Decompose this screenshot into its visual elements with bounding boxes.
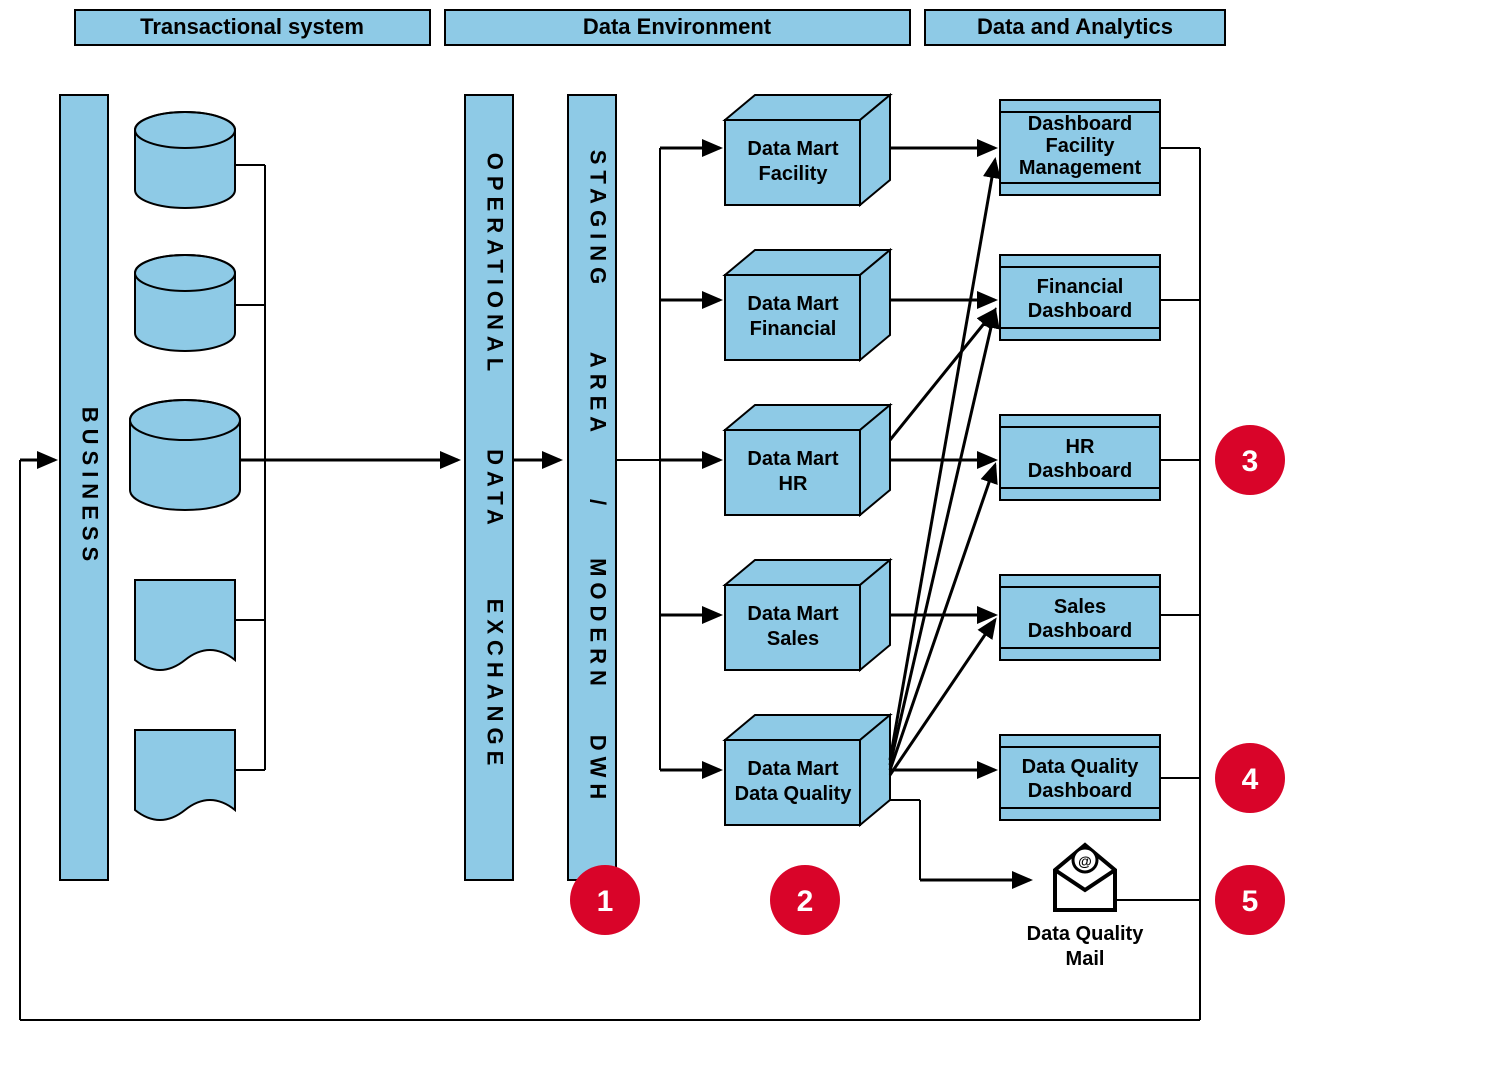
mart-facility: Data Mart Facility (725, 95, 890, 205)
staging-l4: MODERN (586, 558, 611, 692)
svg-text:Data Mart: Data Mart (747, 293, 838, 315)
mart-data-quality: Data Mart Data Quality (725, 715, 890, 825)
db-cylinder-3 (130, 400, 240, 510)
mail-icon: @ (1055, 845, 1115, 910)
header-transactional-label: Transactional system (140, 14, 364, 39)
svg-text:Financial: Financial (1037, 276, 1124, 298)
svg-text:Management: Management (1019, 157, 1142, 179)
svg-text:Facility: Facility (1046, 135, 1116, 157)
doc-1 (135, 580, 235, 670)
mart-financial: Data Mart Financial (725, 250, 890, 360)
svg-text:2: 2 (797, 885, 814, 918)
mart-sales: Data Mart Sales (725, 560, 890, 670)
business-label: BUSINESS (78, 407, 103, 567)
svg-text:Dashboard: Dashboard (1028, 780, 1132, 802)
diagram-canvas: Transactional system Data Environment Da… (0, 0, 1510, 1086)
svg-text:4: 4 (1242, 763, 1259, 796)
mart-hr: Data Mart HR (725, 405, 890, 515)
svg-text:Sales: Sales (767, 628, 819, 650)
svg-text:HR: HR (779, 473, 808, 495)
svg-text:Sales: Sales (1054, 596, 1106, 618)
odx-l3: EXCHANGE (483, 599, 508, 772)
header-data-analytics-label: Data and Analytics (977, 14, 1173, 39)
staging-l5: DWH (586, 735, 611, 806)
svg-text:Data Mart: Data Mart (747, 603, 838, 625)
mail-l1: Data Quality (1027, 923, 1145, 945)
staging-l1: STAGING (586, 150, 611, 291)
odx-l1: OPERATIONAL (483, 153, 508, 377)
svg-text:HR: HR (1066, 436, 1095, 458)
svg-text:5: 5 (1242, 885, 1259, 918)
svg-text:Data Quality: Data Quality (1022, 756, 1140, 778)
staging-l2: AREA (586, 352, 611, 438)
svg-text:Dashboard: Dashboard (1028, 300, 1132, 322)
svg-text:Data Mart: Data Mart (747, 138, 838, 160)
svg-text:Data Mart: Data Mart (747, 758, 838, 780)
mail-l2: Mail (1066, 948, 1105, 970)
svg-text:Data Quality: Data Quality (735, 783, 853, 805)
doc-2 (135, 730, 235, 820)
svg-text:@: @ (1078, 853, 1092, 869)
odx-l2: DATA (483, 449, 508, 531)
staging-l3: / (586, 499, 611, 511)
svg-text:Dashboard: Dashboard (1028, 620, 1132, 642)
svg-text:1: 1 (597, 885, 614, 918)
svg-text:Financial: Financial (750, 318, 837, 340)
svg-text:3: 3 (1242, 445, 1259, 478)
svg-text:Dashboard: Dashboard (1028, 113, 1132, 135)
svg-text:Data Mart: Data Mart (747, 448, 838, 470)
db-cylinder-1 (135, 112, 235, 208)
svg-text:Facility: Facility (759, 163, 829, 185)
svg-text:Dashboard: Dashboard (1028, 460, 1132, 482)
db-cylinder-2 (135, 255, 235, 351)
header-data-environment-label: Data Environment (583, 14, 772, 39)
